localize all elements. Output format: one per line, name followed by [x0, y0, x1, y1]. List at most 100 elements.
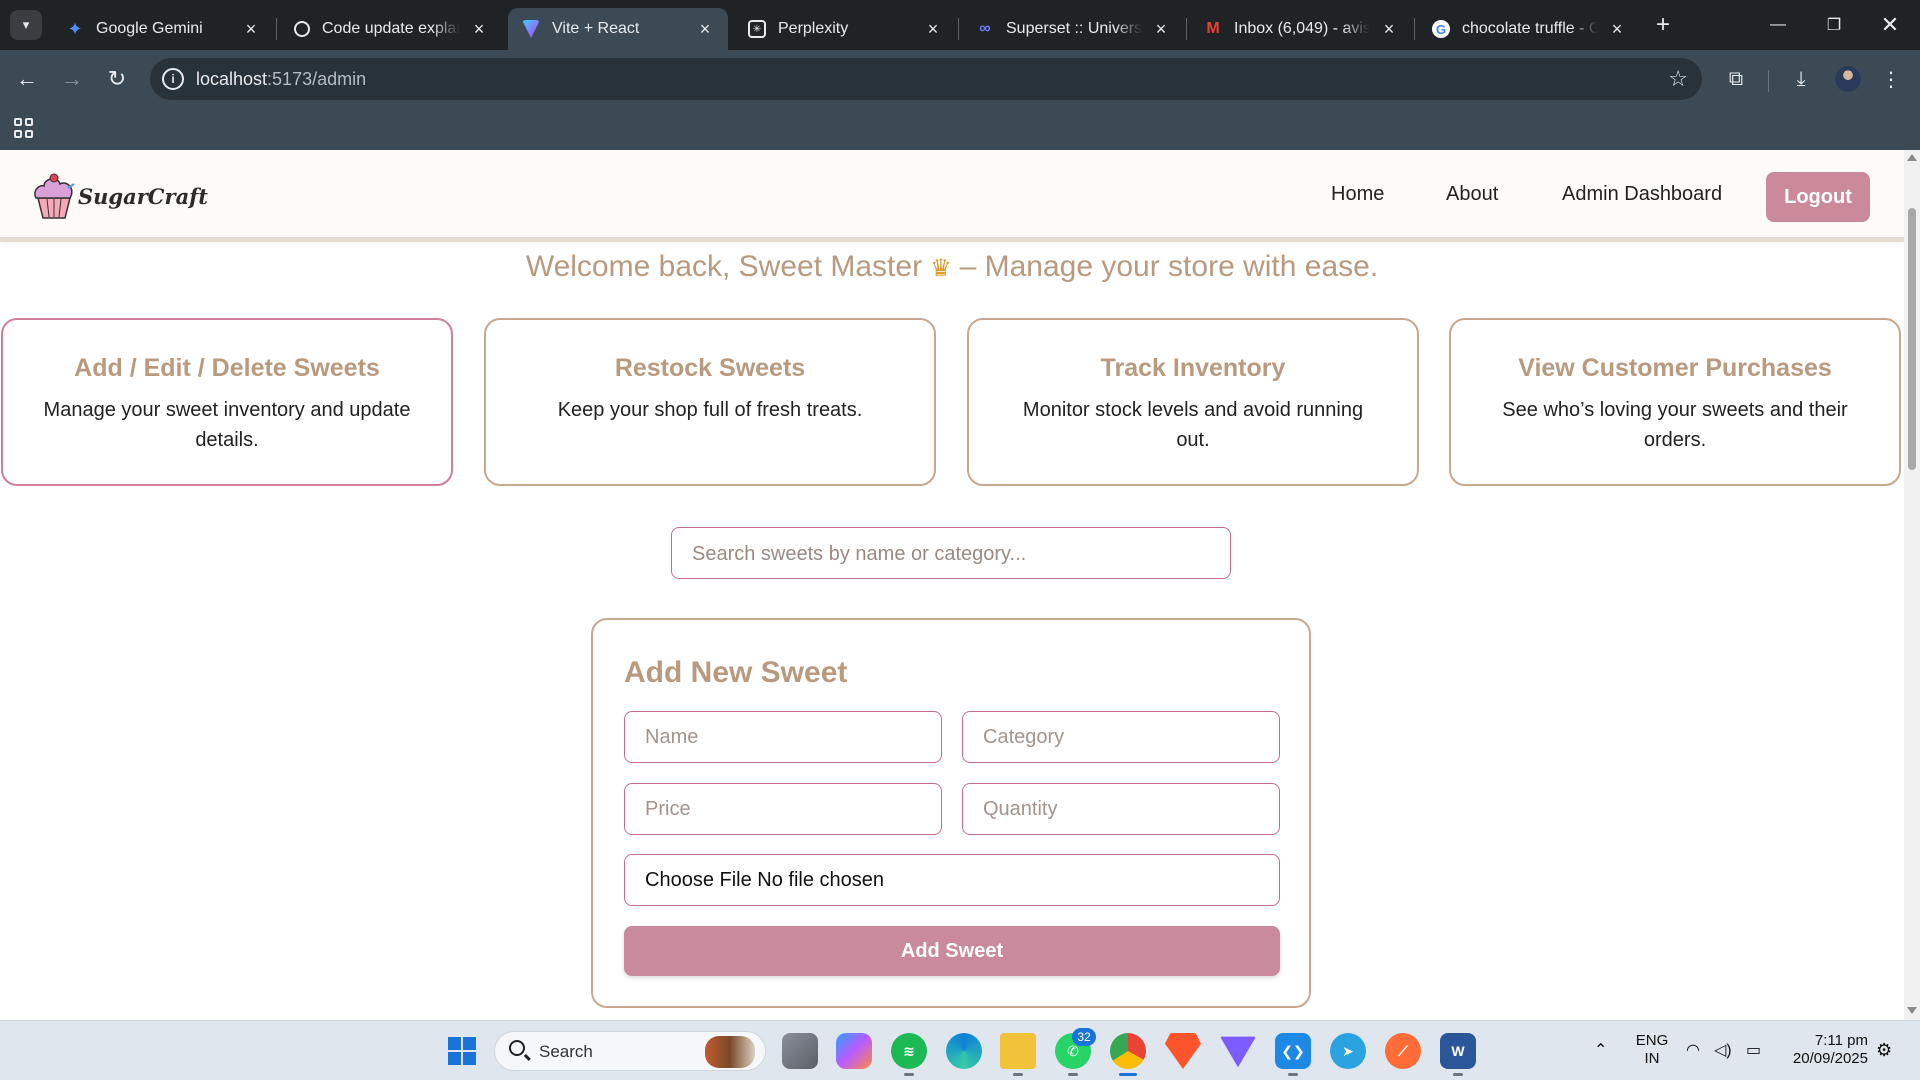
- vite-icon: [522, 20, 540, 38]
- card-description: Monitor stock levels and avoid running o…: [1022, 399, 1364, 451]
- tab-separator: [276, 18, 277, 40]
- arrow-right-icon: →: [61, 66, 83, 91]
- perplexity-icon: ✳: [748, 20, 766, 38]
- card-description: Keep your shop full of fresh treats.: [557, 399, 863, 421]
- postman-icon[interactable]: ⟋: [1385, 1033, 1421, 1069]
- battery-icon[interactable]: ▭: [1746, 1040, 1761, 1060]
- card-title: Add / Edit / Delete Sweets: [74, 354, 380, 382]
- wifi-icon[interactable]: ◠: [1686, 1040, 1700, 1060]
- category-field[interactable]: Category: [962, 711, 1280, 763]
- word-icon[interactable]: W: [1440, 1033, 1476, 1069]
- card-title: View Customer Purchases: [1518, 354, 1832, 382]
- url-path: :5173/admin: [267, 69, 367, 89]
- nav-admin-dashboard-link[interactable]: Admin Dashboard: [1562, 183, 1722, 206]
- region-code: IN: [1644, 1050, 1660, 1067]
- tab-search-button[interactable]: ▾: [10, 10, 42, 40]
- app-running-indicator: [1453, 1073, 1463, 1076]
- add-sweet-button[interactable]: Add Sweet: [624, 926, 1280, 976]
- brave-icon[interactable]: [1165, 1033, 1201, 1069]
- nav-about-link[interactable]: About: [1446, 183, 1498, 206]
- file-explorer-icon[interactable]: [1000, 1033, 1036, 1069]
- close-icon[interactable]: ×: [468, 18, 490, 40]
- price-field[interactable]: Price: [624, 783, 942, 835]
- url-host: localhost: [196, 69, 268, 89]
- card-description: See who’s loving your sweets and their o…: [1502, 399, 1848, 451]
- welcome-message: Welcome back, Sweet Master ♛ – Manage your…: [0, 250, 1904, 284]
- card-customer-purchases[interactable]: View Customer Purchases See who’s loving…: [1449, 318, 1901, 486]
- window-close-button[interactable]: ✕: [1862, 0, 1918, 50]
- vscode-icon[interactable]: ❮❯: [1275, 1033, 1311, 1069]
- page-scrollbar[interactable]: [1904, 150, 1920, 1020]
- site-info-icon[interactable]: i: [162, 68, 184, 90]
- edge-icon[interactable]: [946, 1033, 982, 1069]
- tab-title: Google Gemini: [96, 20, 203, 37]
- app-running-indicator: [904, 1073, 914, 1076]
- volume-icon[interactable]: ◁): [1714, 1040, 1732, 1060]
- forward-button[interactable]: →: [57, 64, 87, 94]
- tab-google-search[interactable]: G chocolate truffle - Google Search ×: [1418, 8, 1640, 50]
- gmail-icon: M: [1206, 20, 1220, 37]
- telegram-icon[interactable]: ➤: [1330, 1033, 1366, 1069]
- quantity-field[interactable]: Quantity: [962, 783, 1280, 835]
- minimize-button[interactable]: —: [1750, 0, 1806, 50]
- bookmark-star-icon[interactable]: ☆: [1668, 66, 1688, 92]
- clock-time: 7:11 pm: [1814, 1032, 1868, 1049]
- chrome-icon[interactable]: [1110, 1033, 1146, 1069]
- copilot-icon[interactable]: [836, 1033, 872, 1069]
- close-icon[interactable]: ×: [1606, 18, 1628, 40]
- more-menu-icon[interactable]: ⋮: [1876, 64, 1906, 94]
- task-view-icon[interactable]: [782, 1033, 818, 1069]
- close-icon[interactable]: ×: [1150, 18, 1172, 40]
- close-icon[interactable]: ×: [922, 18, 944, 40]
- close-icon[interactable]: ×: [240, 18, 262, 40]
- restore-icon: ❐: [1826, 17, 1842, 34]
- scroll-down-icon[interactable]: [1907, 1007, 1917, 1014]
- tab-gmail-inbox[interactable]: M Inbox (6,049) - avishkar ×: [1190, 8, 1412, 50]
- tab-code-update[interactable]: Code update explanation ×: [280, 8, 502, 50]
- profile-avatar[interactable]: [1835, 66, 1861, 92]
- card-description: Manage your sweet inventory and update d…: [43, 399, 411, 451]
- gemini-icon: ✦: [67, 18, 83, 39]
- file-upload-field[interactable]: Choose File No file chosen: [624, 854, 1280, 906]
- download-icon[interactable]: ⤓: [1786, 64, 1816, 94]
- notification-bell-icon[interactable]: ⚙: [1876, 1040, 1892, 1061]
- proton-vpn-icon[interactable]: [1220, 1036, 1256, 1068]
- taskbar-search-label: Search: [539, 1042, 593, 1061]
- scroll-up-icon[interactable]: [1907, 154, 1917, 161]
- nav-home-link[interactable]: Home: [1331, 183, 1384, 206]
- logout-button[interactable]: Logout: [1766, 172, 1870, 222]
- page-viewport: SugarCraft Home About Admin Dashboard Lo…: [0, 150, 1904, 1020]
- tab-title: Vite + React: [552, 20, 640, 37]
- card-track-inventory[interactable]: Track Inventory Monitor stock levels and…: [967, 318, 1419, 486]
- clock[interactable]: 7:11 pm 20/09/2025: [1780, 1032, 1868, 1068]
- back-button[interactable]: ←: [12, 64, 42, 94]
- brand-logo[interactable]: SugarCraft: [30, 170, 208, 222]
- language-indicator[interactable]: ENG IN: [1632, 1032, 1672, 1068]
- reload-button[interactable]: ↻: [102, 64, 132, 94]
- tab-vite-react[interactable]: Vite + React ×: [508, 8, 728, 50]
- search-input[interactable]: Search sweets by name or category...: [671, 527, 1231, 579]
- tab-google-gemini[interactable]: ✦ Google Gemini ×: [52, 8, 274, 50]
- extensions-icon[interactable]: ⧉: [1721, 64, 1751, 94]
- reload-icon: ↻: [107, 66, 127, 91]
- windows-start-icon[interactable]: [448, 1037, 476, 1065]
- new-tab-button[interactable]: +: [1648, 10, 1678, 40]
- name-field[interactable]: Name: [624, 711, 942, 763]
- brand-name: SugarCraft: [78, 183, 208, 209]
- address-bar[interactable]: i localhost:5173/admin ☆: [150, 58, 1702, 100]
- scrollbar-thumb[interactable]: [1908, 208, 1916, 470]
- tab-perplexity[interactable]: ✳ Perplexity ×: [734, 8, 956, 50]
- restore-button[interactable]: ❐: [1806, 0, 1862, 50]
- taskbar-search[interactable]: Search: [494, 1031, 766, 1071]
- card-restock[interactable]: Restock Sweets Keep your shop full of fr…: [484, 318, 936, 486]
- chevron-up-icon[interactable]: ⌃: [1594, 1040, 1607, 1060]
- close-icon[interactable]: ×: [694, 18, 716, 40]
- url-text[interactable]: localhost:5173/admin: [196, 69, 366, 90]
- tab-superset[interactable]: ∞ Superset :: University ×: [962, 8, 1184, 50]
- close-icon[interactable]: ×: [1378, 18, 1400, 40]
- toolbar-separator: [1768, 70, 1769, 92]
- spotify-icon[interactable]: ≋: [891, 1033, 927, 1069]
- card-add-edit-delete[interactable]: Add / Edit / Delete Sweets Manage your s…: [1, 318, 453, 486]
- apps-grid-icon[interactable]: [12, 116, 36, 140]
- bookmarks-bar: [0, 108, 1920, 150]
